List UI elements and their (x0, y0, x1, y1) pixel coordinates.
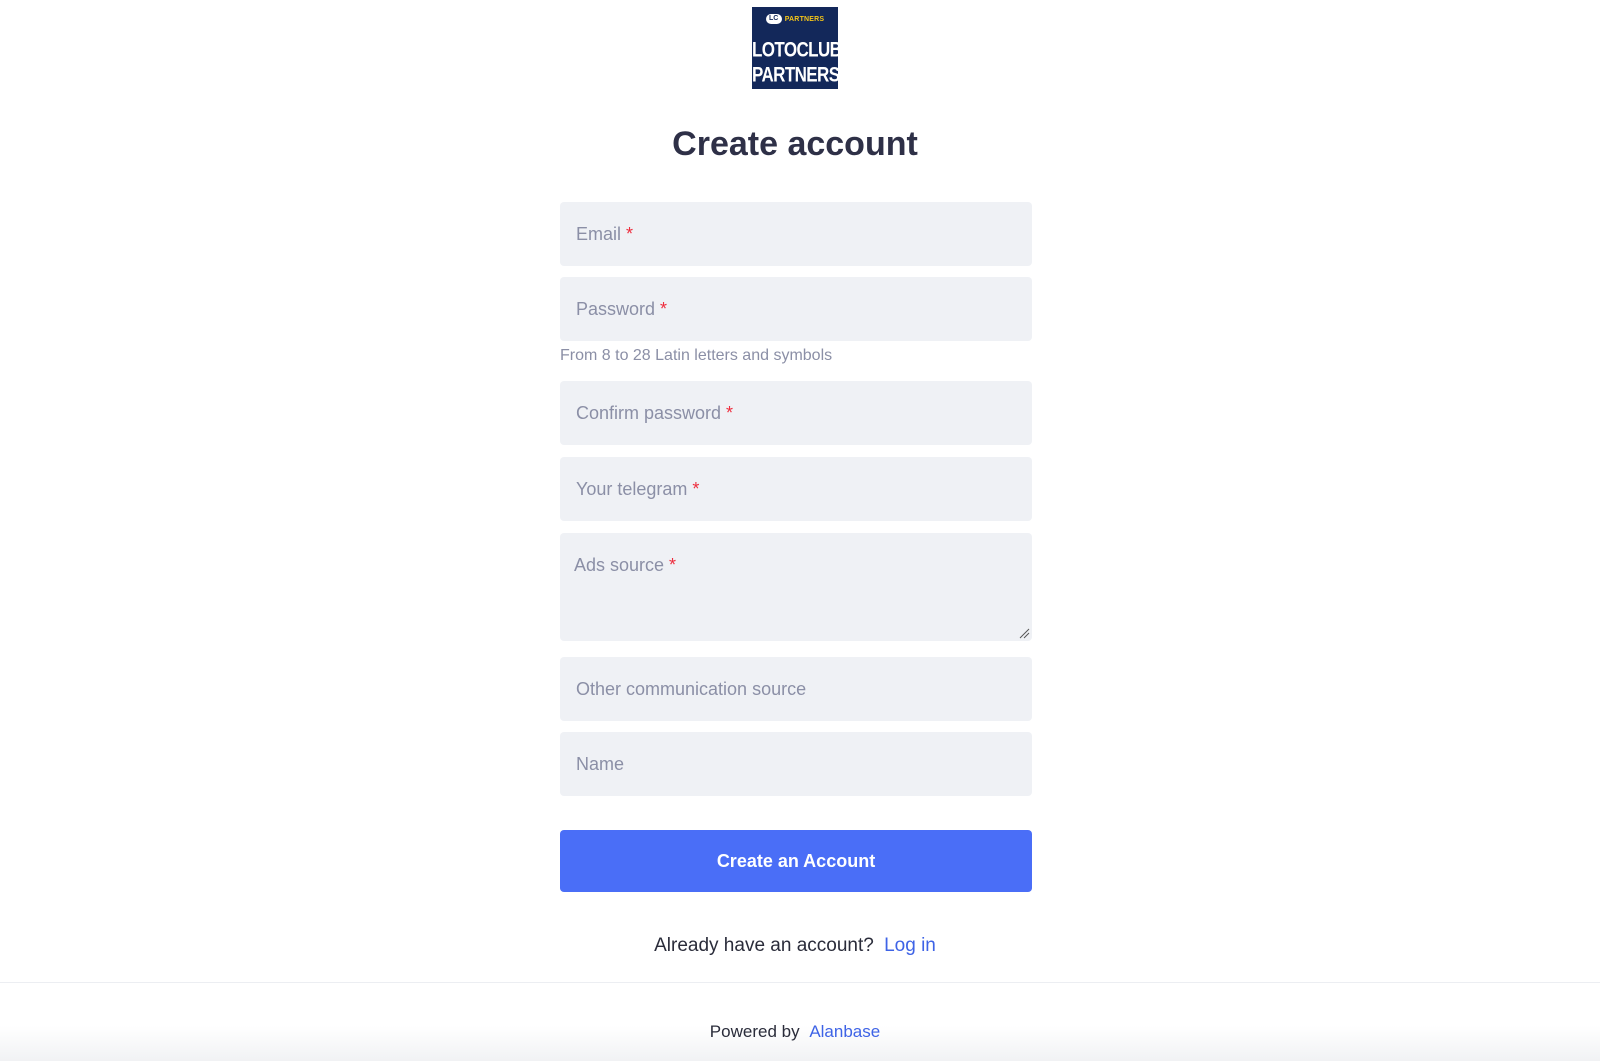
login-link[interactable]: Log in (884, 935, 936, 956)
name-field[interactable]: Name (560, 732, 1032, 796)
confirm-password-field[interactable]: Confirm password * (560, 381, 1032, 445)
logo-small-text: PARTNERS (784, 15, 825, 23)
telegram-placeholder: Your telegram (576, 478, 688, 499)
page-title: Create account (672, 125, 918, 163)
required-mark: * (692, 478, 700, 499)
password-field[interactable]: Password * (560, 277, 1032, 341)
logo-line-1: LOTOCLUB (752, 37, 842, 62)
email-field[interactable]: Email * (560, 202, 1032, 266)
lotoclub-partners-logo: LC PARTNERS LOTOCLUB PARTNERS (752, 7, 842, 89)
other-source-placeholder: Other communication source (576, 678, 807, 699)
required-mark: * (660, 298, 668, 319)
ads-source-textarea[interactable]: Ads source * (560, 533, 1032, 641)
email-placeholder: Email (576, 223, 622, 244)
logo-badge: LC (765, 14, 782, 24)
login-prompt-line: Already have an account? Log in (0, 935, 1590, 957)
required-mark: * (726, 402, 734, 423)
other-communication-source-field[interactable]: Other communication source (560, 657, 1032, 721)
logo-line-2: PARTNERS (752, 62, 840, 87)
password-hint: From 8 to 28 Latin letters and symbols (560, 347, 833, 364)
ads-source-placeholder: Ads source (574, 555, 665, 575)
name-placeholder: Name (576, 753, 625, 774)
confirm-password-placeholder: Confirm password (576, 402, 722, 423)
create-account-button[interactable]: Create an Account (560, 830, 1032, 892)
powered-by-line: Powered by Alanbase (0, 1022, 1590, 1042)
login-prompt: Already have an account? (654, 935, 874, 956)
alanbase-link[interactable]: Alanbase (809, 1022, 880, 1041)
required-mark: * (626, 223, 634, 244)
password-placeholder: Password (576, 298, 656, 319)
telegram-field[interactable]: Your telegram * (560, 457, 1032, 521)
required-mark: * (669, 555, 677, 575)
powered-by-text: Powered by (709, 1022, 800, 1041)
resize-handle-icon[interactable] (1018, 627, 1030, 639)
page: LC PARTNERS LOTOCLUB PARTNERS Create acc… (0, 0, 1600, 1061)
logo-header: LC PARTNERS (752, 14, 838, 24)
